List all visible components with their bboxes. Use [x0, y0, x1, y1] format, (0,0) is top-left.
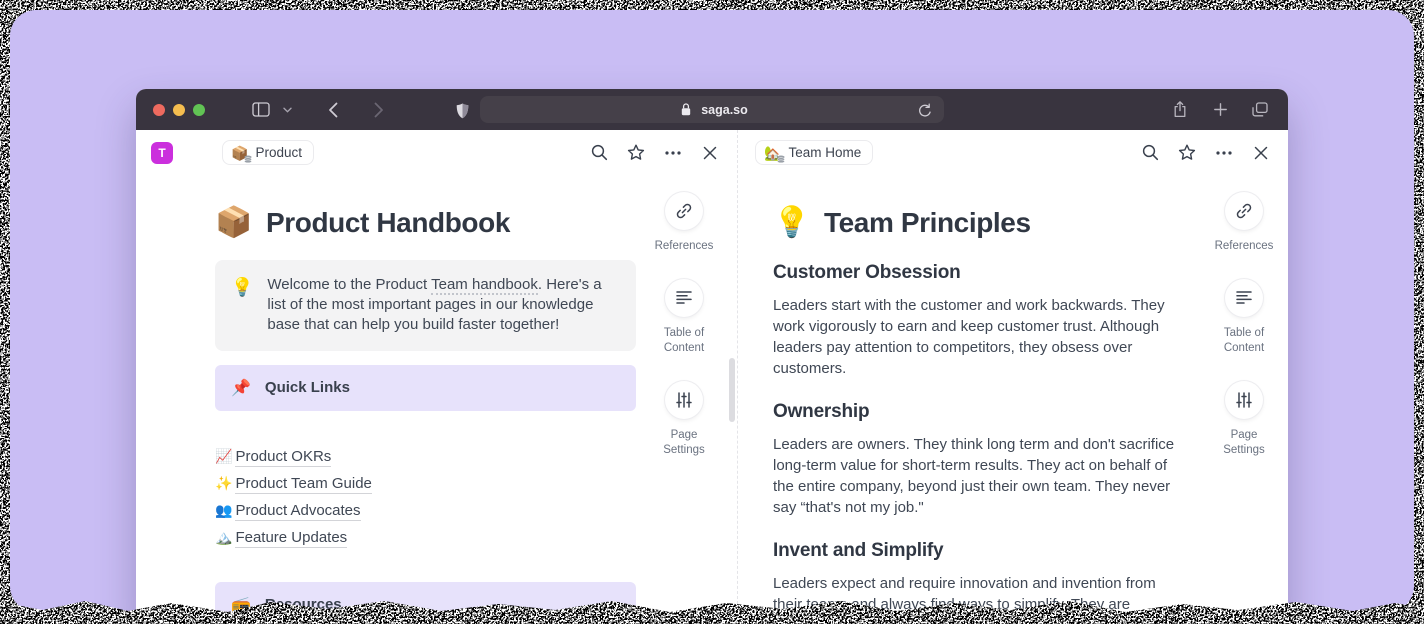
page-settings-button[interactable]: [1225, 381, 1263, 419]
table-of-content-label: Table ofContent: [646, 326, 722, 357]
paragraph-ownership: Leaders are owners. They think long term…: [773, 434, 1187, 518]
heading-invent-and-simplify: Invent and Simplify: [773, 540, 1187, 562]
welcome-callout: 💡 Welcome to the Product Team handbook. …: [215, 260, 636, 351]
close-pane-icon[interactable]: [1251, 143, 1271, 163]
browser-window: saga.so: [136, 89, 1288, 624]
table-of-content-label: Table ofContent: [1206, 326, 1282, 357]
breadcrumb-product[interactable]: 📦 Product: [222, 140, 314, 165]
zoom-window-button[interactable]: [193, 104, 205, 116]
link-product-okrs[interactable]: 📈Product OKRs: [215, 448, 636, 465]
more-options-icon[interactable]: [1214, 143, 1234, 163]
team-principles-document: 💡 Team Principles Customer Obsession Lea…: [773, 175, 1187, 624]
sparkles-emoji: ✨: [215, 475, 232, 491]
references-label: References: [1206, 239, 1282, 255]
link-feature-updates[interactable]: 🏔️Feature Updates: [215, 529, 636, 546]
left-pane-tool-rail: References Table ofContent PageSettings: [646, 192, 722, 483]
back-button[interactable]: [323, 100, 343, 120]
address-bar[interactable]: saga.so: [480, 96, 944, 123]
breadcrumb-label: Product: [255, 145, 302, 160]
scrollbar-thumb[interactable]: [729, 358, 735, 422]
share-icon[interactable]: [1170, 100, 1190, 120]
minimize-window-button[interactable]: [173, 104, 185, 116]
heading-ownership: Ownership: [773, 401, 1187, 423]
paragraph-customer-obsession: Leaders start with the customer and work…: [773, 295, 1187, 379]
table-of-content-button[interactable]: [1225, 279, 1263, 317]
table-of-content-button[interactable]: [665, 279, 703, 317]
close-pane-icon[interactable]: [700, 143, 720, 163]
breadcrumb-label: Team Home: [788, 145, 861, 160]
right-pane-tool-rail: References Table ofContent PageSettings: [1206, 192, 1282, 483]
left-pane-header: T 📦 Product: [136, 130, 737, 175]
page-title: 📦 Product Handbook: [215, 205, 636, 240]
lightbulb-emoji: 💡: [773, 205, 810, 240]
breadcrumb-team-home[interactable]: 🏡 Team Home: [755, 140, 873, 165]
quick-links-banner[interactable]: 📌 Quick Links: [215, 365, 636, 411]
reload-icon[interactable]: [915, 101, 935, 121]
mountain-emoji: 🏔️: [215, 529, 232, 545]
busts-emoji: 👥: [215, 502, 232, 518]
references-button[interactable]: [1225, 192, 1263, 230]
pushpin-emoji: 📌: [231, 378, 251, 398]
traffic-lights: [153, 104, 205, 116]
quick-links-list: 📈Product OKRs ✨Product Team Guide 👥Produ…: [215, 448, 636, 546]
heading-customer-obsession: Customer Obsession: [773, 262, 1187, 284]
search-icon[interactable]: [1140, 143, 1160, 163]
references-label: References: [646, 239, 722, 255]
lock-icon: [676, 100, 696, 120]
forward-button[interactable]: [369, 100, 389, 120]
favorite-star-icon[interactable]: [1177, 143, 1197, 163]
package-emoji: 📦: [231, 146, 248, 160]
sidebar-toggle-icon[interactable]: [251, 100, 271, 120]
url-text: saga.so: [701, 103, 748, 117]
sidebar-chevron-down-icon[interactable]: [277, 100, 297, 120]
link-product-advocates[interactable]: 👥Product Advocates: [215, 502, 636, 519]
new-tab-icon[interactable]: [1210, 100, 1230, 120]
right-pane-header: 🏡 Team Home: [738, 130, 1288, 175]
page-settings-label: PageSettings: [646, 428, 722, 459]
references-button[interactable]: [665, 192, 703, 230]
house-garden-emoji: 🏡: [764, 146, 781, 160]
pane-team-principles: 🏡 Team Home: [737, 130, 1288, 624]
link-product-team-guide[interactable]: ✨Product Team Guide: [215, 475, 636, 492]
team-handbook-reference-link[interactable]: Team handbook: [431, 276, 538, 295]
close-window-button[interactable]: [153, 104, 165, 116]
page-settings-button[interactable]: [665, 381, 703, 419]
page-settings-label: PageSettings: [1206, 428, 1282, 459]
lightbulb-emoji: 💡: [231, 277, 253, 335]
privacy-shield-icon[interactable]: [452, 101, 472, 121]
workspace-badge[interactable]: T: [151, 142, 173, 164]
search-icon[interactable]: [589, 143, 609, 163]
page-title: 💡 Team Principles: [773, 205, 1187, 240]
product-handbook-document: 📦 Product Handbook 💡 Welcome to the Prod…: [215, 175, 636, 624]
pane-product-handbook: T 📦 Product: [136, 130, 737, 624]
favorite-star-icon[interactable]: [626, 143, 646, 163]
browser-toolbar: saga.so: [136, 89, 1288, 130]
chart-increasing-emoji: 📈: [215, 448, 232, 464]
more-options-icon[interactable]: [663, 143, 683, 163]
tab-overview-icon[interactable]: [1250, 100, 1270, 120]
package-emoji: 📦: [215, 205, 252, 240]
